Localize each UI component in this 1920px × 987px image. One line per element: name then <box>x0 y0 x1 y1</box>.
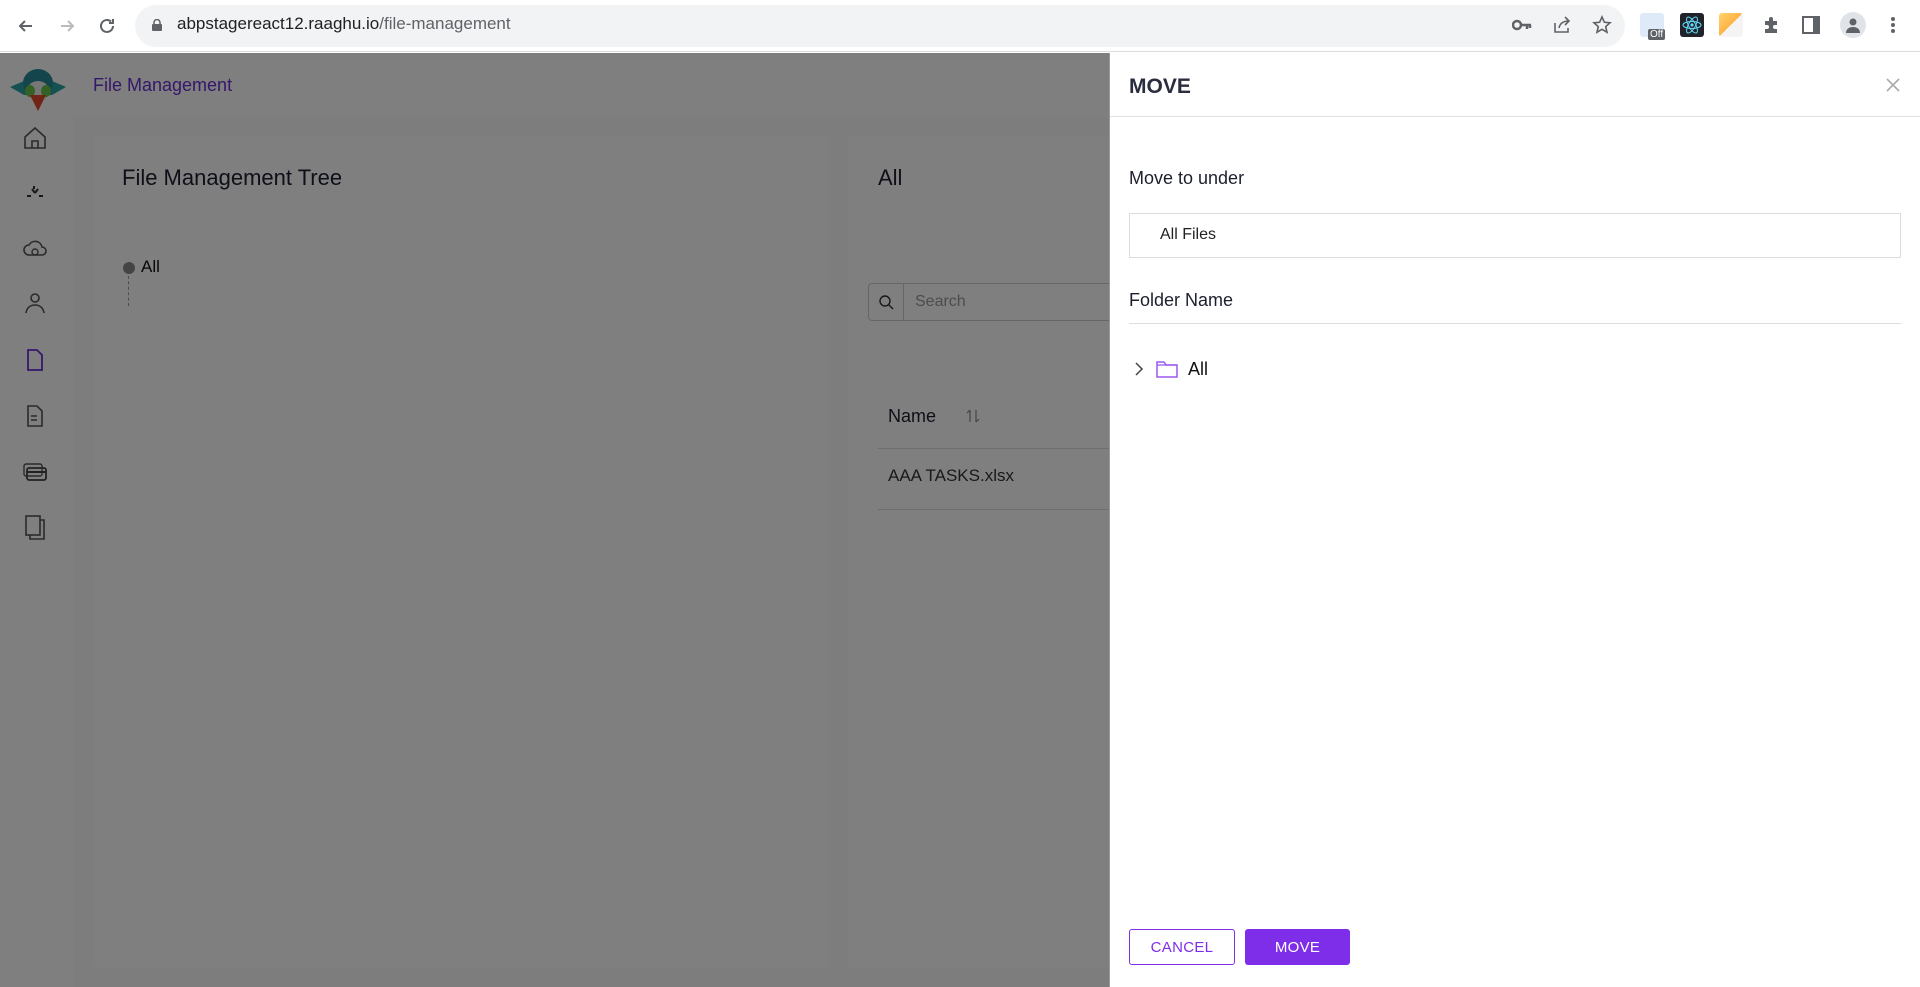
drawer-header: MOVE <box>1110 53 1920 117</box>
lock-icon <box>152 19 162 31</box>
extensions-puzzle-icon[interactable] <box>1760 14 1782 36</box>
cancel-button[interactable]: CANCEL <box>1129 929 1235 965</box>
folder-icon <box>1156 361 1178 378</box>
url-path: /file-management <box>379 14 511 33</box>
forward-button[interactable] <box>53 12 81 40</box>
share-icon[interactable] <box>1551 14 1573 36</box>
browser-toolbar: abpstagereact12.raaghu.io/file-managemen… <box>0 0 1920 52</box>
move-button[interactable]: MOVE <box>1245 929 1350 965</box>
chevron-right-icon[interactable] <box>1129 359 1149 379</box>
react-devtools-icon[interactable] <box>1680 13 1704 37</box>
url-domain: abpstagereact12.raaghu.io <box>177 14 380 33</box>
folder-name-label: Folder Name <box>1129 290 1234 310</box>
close-icon <box>1886 78 1900 92</box>
side-panel-icon[interactable] <box>1800 14 1822 36</box>
profile-avatar-icon[interactable] <box>1840 12 1866 38</box>
extension-badge: Off <box>1648 29 1666 40</box>
reload-icon <box>100 18 114 33</box>
close-button[interactable] <box>1883 75 1903 95</box>
folder-tree-label: All <box>1188 358 1209 379</box>
arrow-right-icon <box>61 20 75 32</box>
move-drawer: MOVE Move to under All Files Folder Name… <box>1109 53 1920 987</box>
menu-kebab-icon[interactable] <box>1882 14 1904 36</box>
bookmark-star-icon[interactable] <box>1591 14 1613 36</box>
modal-backdrop[interactable] <box>0 53 1109 987</box>
move-to-value: All Files <box>1160 226 1217 243</box>
extension-screen-icon[interactable]: Off <box>1640 13 1666 40</box>
move-to-label: Move to under <box>1129 168 1245 188</box>
drawer-title: MOVE <box>1129 75 1191 98</box>
arrow-left-icon <box>18 20 32 32</box>
url-text[interactable]: abpstagereact12.raaghu.io/file-managemen… <box>177 14 511 34</box>
back-button[interactable] <box>12 12 40 40</box>
extension-envelope-icon[interactable] <box>1719 13 1743 37</box>
move-to-select[interactable]: All Files <box>1129 213 1901 258</box>
password-key-icon[interactable] <box>1511 14 1533 36</box>
reload-button[interactable] <box>93 12 121 40</box>
folder-tree-item[interactable]: All <box>1129 355 1208 383</box>
folder-divider <box>1129 323 1901 324</box>
